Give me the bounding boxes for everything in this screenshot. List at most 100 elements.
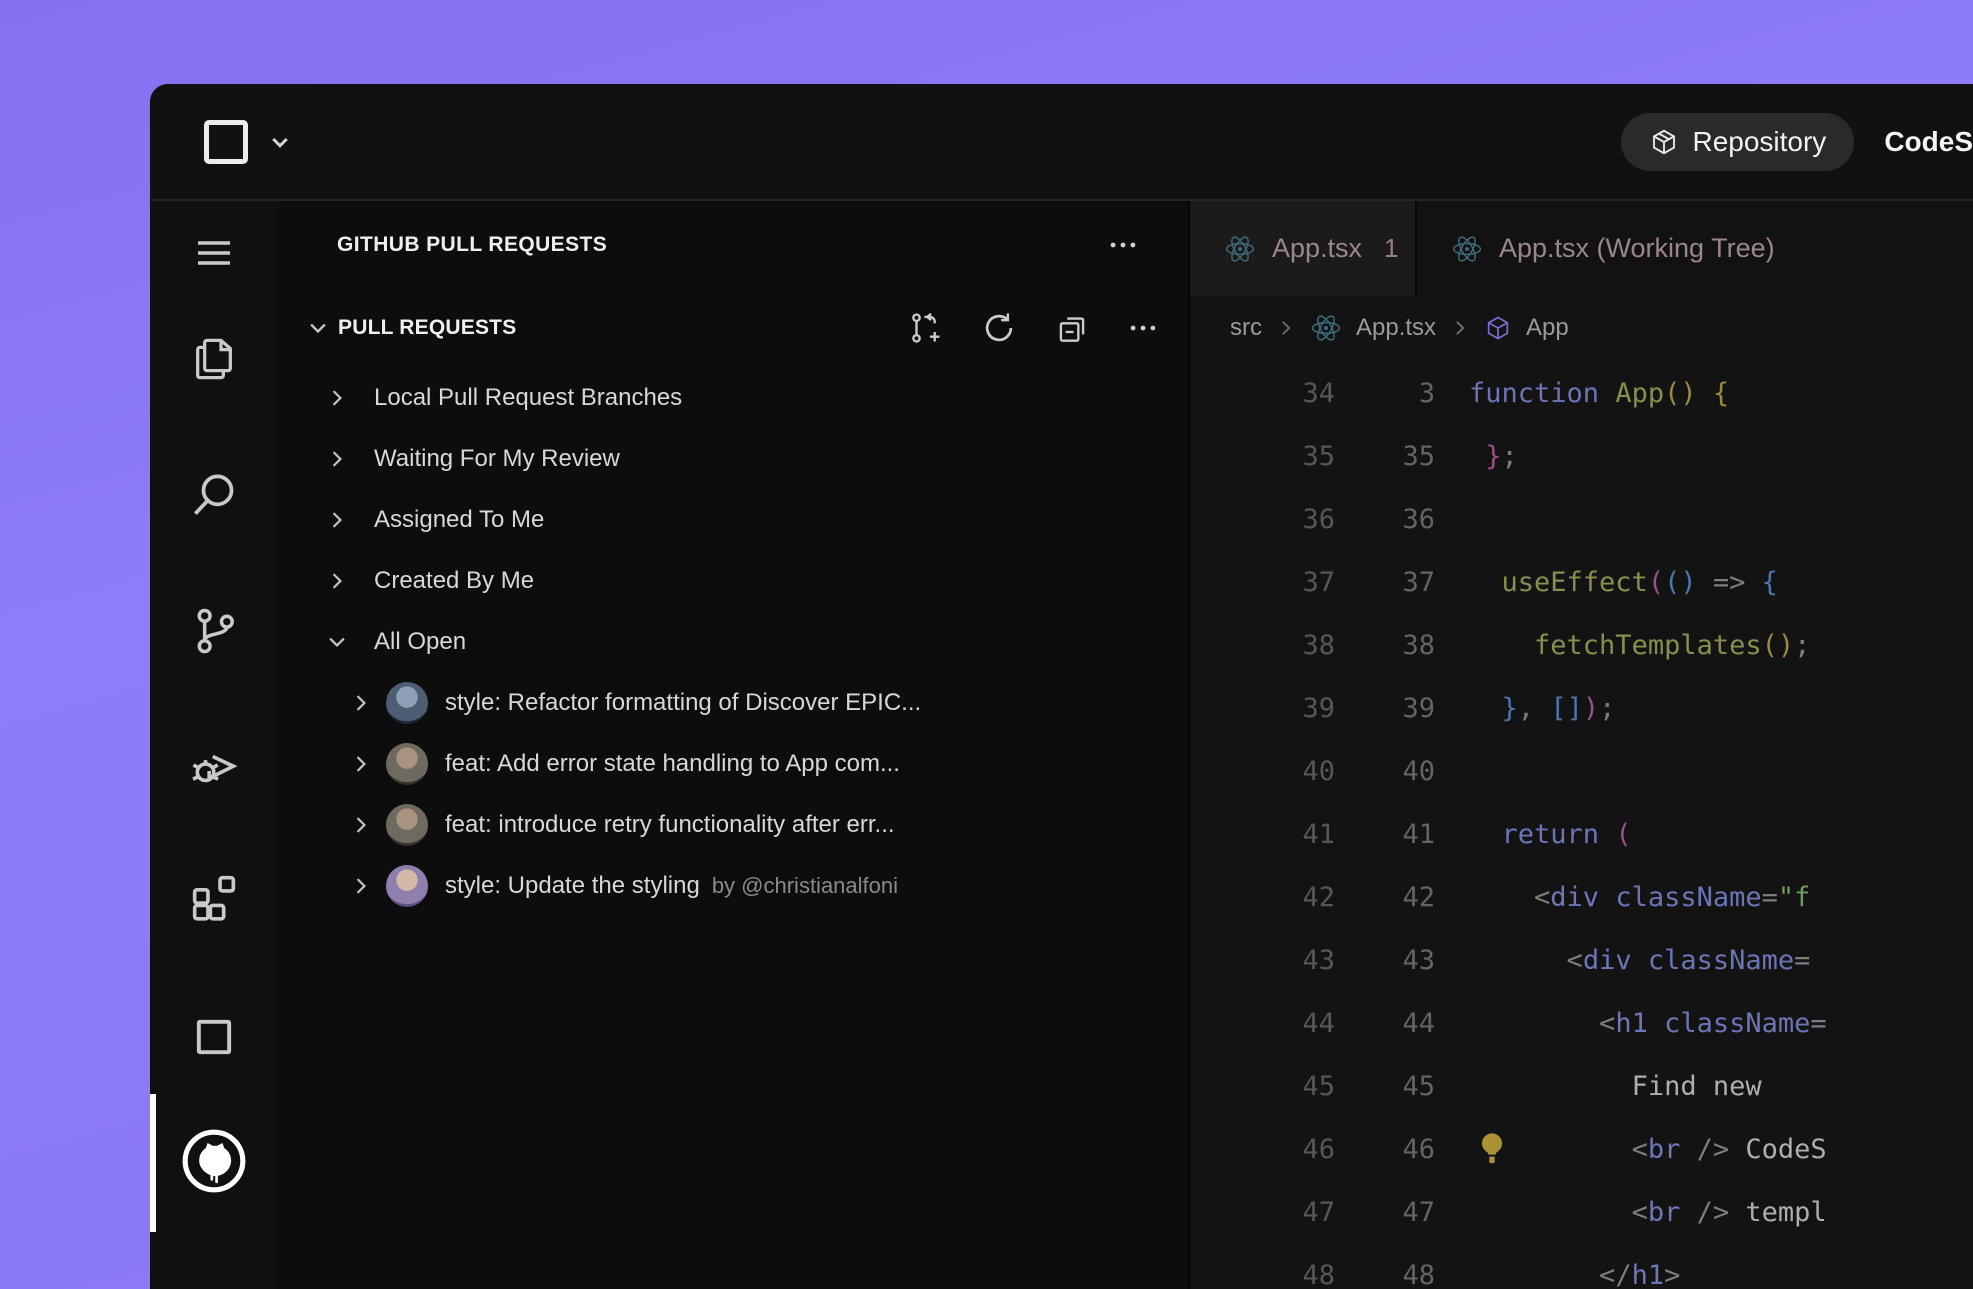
breadcrumb-separator-icon xyxy=(1276,318,1296,338)
pr-item[interactable]: style: Refactor formatting of Discover E… xyxy=(278,672,1188,733)
window-icon[interactable] xyxy=(150,1005,278,1069)
tab-modified-badge: 1 xyxy=(1384,233,1398,264)
title-bar: Repository CodeS xyxy=(150,84,1973,201)
collapse-all-icon[interactable] xyxy=(1053,309,1091,347)
breadcrumb[interactable]: src App.tsx App xyxy=(1190,296,1973,360)
more-actions-icon[interactable] xyxy=(1126,311,1160,345)
old-line-number: 47 xyxy=(1190,1197,1335,1228)
pr-item[interactable]: feat: Add error state handling to App co… xyxy=(278,733,1188,794)
tree-category-local-pull-request-branches[interactable]: Local Pull Request Branches xyxy=(278,367,1188,428)
code-text: <br /> templ xyxy=(1469,1197,1827,1228)
code-line[interactable]: 4848 </h1> xyxy=(1190,1244,1973,1289)
old-line-number: 43 xyxy=(1190,945,1335,976)
old-line-number: 46 xyxy=(1190,1134,1335,1165)
active-indicator xyxy=(150,1094,156,1232)
panel-title: GITHUB PULL REQUESTS xyxy=(337,233,1106,257)
old-line-number: 34 xyxy=(1190,378,1335,409)
tree-category-assigned-to-me[interactable]: Assigned To Me xyxy=(278,489,1188,550)
pr-item[interactable]: feat: introduce retry functionality afte… xyxy=(278,794,1188,855)
new-line-number: 41 xyxy=(1335,819,1435,850)
chevron-right-icon xyxy=(348,814,374,836)
react-icon xyxy=(1224,233,1256,265)
workspace-square-icon[interactable] xyxy=(204,120,248,164)
code-line[interactable]: 4545 Find new xyxy=(1190,1055,1973,1118)
code-line[interactable]: 4747 <br /> templ xyxy=(1190,1181,1973,1244)
pr-item[interactable]: style: Update the stylingby @christianal… xyxy=(278,855,1188,916)
chevron-down-icon xyxy=(324,631,350,653)
tree-category-label: Waiting For My Review xyxy=(374,445,620,473)
old-line-number: 36 xyxy=(1190,504,1335,535)
panel-more-icon[interactable] xyxy=(1106,228,1140,262)
code-line[interactable]: 3939 }, []); xyxy=(1190,677,1973,740)
code-line[interactable]: 4444 <h1 className= xyxy=(1190,992,1973,1055)
side-panel: GITHUB PULL REQUESTS PULL REQUESTS xyxy=(278,201,1188,1289)
code-text: useEffect(() => { xyxy=(1469,567,1778,598)
editor-group: App.tsx1App.tsx (Working Tree) srcApp.ts… xyxy=(1188,201,1973,1289)
github-icon[interactable] xyxy=(150,1129,278,1193)
code-text: return ( xyxy=(1469,819,1632,850)
code-text: }, []); xyxy=(1469,693,1615,724)
code-text: }; xyxy=(1469,441,1518,472)
run-and-debug-icon[interactable] xyxy=(150,733,278,797)
app-window: Repository CodeS xyxy=(150,84,1973,1289)
tab-app-tsx-working-tree-[interactable]: App.tsx (Working Tree) xyxy=(1415,201,1973,296)
code-text: </h1> xyxy=(1469,1260,1680,1289)
chevron-right-icon xyxy=(324,448,350,470)
old-line-number: 38 xyxy=(1190,630,1335,661)
new-line-number: 40 xyxy=(1335,756,1435,787)
code-area[interactable]: 343function App() {3535 };36363737 useEf… xyxy=(1190,360,1973,1289)
pr-title: feat: Add error state handling to App co… xyxy=(445,750,900,778)
code-line[interactable]: 4242 <div className="f xyxy=(1190,866,1973,929)
old-line-number: 37 xyxy=(1190,567,1335,598)
search-icon[interactable] xyxy=(150,463,278,527)
new-line-number: 42 xyxy=(1335,882,1435,913)
tree-category-waiting-for-my-review[interactable]: Waiting For My Review xyxy=(278,428,1188,489)
code-line[interactable]: 4141 return ( xyxy=(1190,803,1973,866)
old-line-number: 48 xyxy=(1190,1260,1335,1289)
avatar xyxy=(386,804,428,846)
old-line-number: 42 xyxy=(1190,882,1335,913)
code-line[interactable]: 4343 <div className= xyxy=(1190,929,1973,992)
old-line-number: 44 xyxy=(1190,1008,1335,1039)
pr-byline: by @christianalfoni xyxy=(712,873,898,899)
tree-category-label: Created By Me xyxy=(374,567,534,595)
chevron-down-icon xyxy=(298,317,338,339)
code-text: <div className="f xyxy=(1469,882,1810,913)
pr-title: feat: introduce retry functionality afte… xyxy=(445,811,895,839)
explorer-icon[interactable] xyxy=(150,327,278,391)
pull-requests-section-header[interactable]: PULL REQUESTS xyxy=(278,289,1188,367)
tree-category-all-open[interactable]: All Open xyxy=(278,611,1188,672)
panel-header: GITHUB PULL REQUESTS xyxy=(278,201,1188,289)
new-line-number: 45 xyxy=(1335,1071,1435,1102)
new-line-number: 47 xyxy=(1335,1197,1435,1228)
code-line[interactable]: 4646 <br /> CodeS xyxy=(1190,1118,1973,1181)
code-line[interactable]: 4040 xyxy=(1190,740,1973,803)
lightbulb-icon[interactable] xyxy=(1472,1128,1512,1172)
extensions-icon[interactable] xyxy=(150,865,278,929)
repository-button[interactable]: Repository xyxy=(1621,113,1854,171)
code-line[interactable]: 3535 }; xyxy=(1190,425,1973,488)
new-line-number: 46 xyxy=(1335,1134,1435,1165)
menu-icon[interactable] xyxy=(150,221,278,285)
create-pull-request-icon[interactable] xyxy=(907,309,945,347)
code-text: <h1 className= xyxy=(1469,1008,1827,1039)
source-control-icon[interactable] xyxy=(150,599,278,663)
code-line[interactable]: 3737 useEffect(() => { xyxy=(1190,551,1973,614)
refresh-icon[interactable] xyxy=(980,309,1018,347)
code-line[interactable]: 3838 fetchTemplates(); xyxy=(1190,614,1973,677)
code-line[interactable]: 3636 xyxy=(1190,488,1973,551)
code-line[interactable]: 343function App() { xyxy=(1190,362,1973,425)
breadcrumb-item-app[interactable]: App xyxy=(1526,314,1569,342)
old-line-number: 40 xyxy=(1190,756,1335,787)
avatar xyxy=(386,865,428,907)
tree-category-created-by-me[interactable]: Created By Me xyxy=(278,550,1188,611)
chevron-right-icon xyxy=(324,570,350,592)
tab-app-tsx[interactable]: App.tsx1 xyxy=(1190,201,1415,296)
breadcrumb-item-app-tsx[interactable]: App.tsx xyxy=(1356,314,1436,342)
breadcrumb-item-src[interactable]: src xyxy=(1230,314,1262,342)
repository-label: Repository xyxy=(1692,126,1826,158)
main-area: GITHUB PULL REQUESTS PULL REQUESTS xyxy=(150,201,1973,1289)
chevron-down-icon[interactable] xyxy=(268,130,292,154)
code-text: Find new xyxy=(1469,1071,1762,1102)
breadcrumb-separator-icon xyxy=(1450,318,1470,338)
